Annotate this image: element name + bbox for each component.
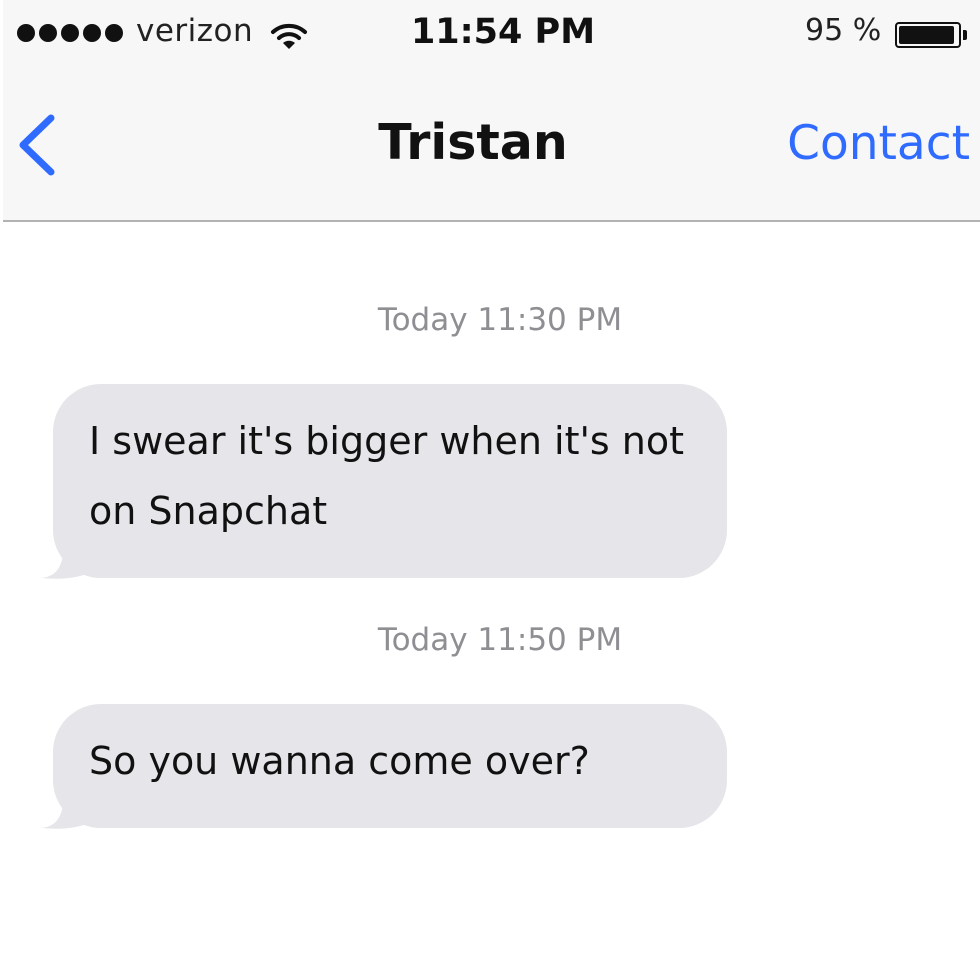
battery-level-fill (899, 26, 954, 44)
battery-percentage: 95 % (805, 13, 882, 48)
message-timestamp: Today 11:30 PM (377, 302, 623, 338)
messages-screen: verizon 11:54 PM 95 % Tristan Contact To… (0, 0, 980, 954)
status-bar: verizon 11:54 PM 95 % (3, 0, 980, 70)
navigation-bar: Tristan Contact (3, 80, 980, 210)
battery-icon (895, 22, 967, 48)
message-text: So you wanna come over? (89, 739, 590, 783)
message-timestamp: Today 11:50 PM (377, 622, 623, 658)
message-text: I swear it's bigger when it's not on Sna… (89, 419, 685, 533)
incoming-message-bubble: I swear it's bigger when it's not on Sna… (53, 384, 727, 578)
incoming-message-bubble: So you wanna come over? (53, 704, 727, 828)
top-chrome: verizon 11:54 PM 95 % Tristan Contact (3, 0, 980, 222)
contact-button[interactable]: Contact (787, 116, 970, 171)
